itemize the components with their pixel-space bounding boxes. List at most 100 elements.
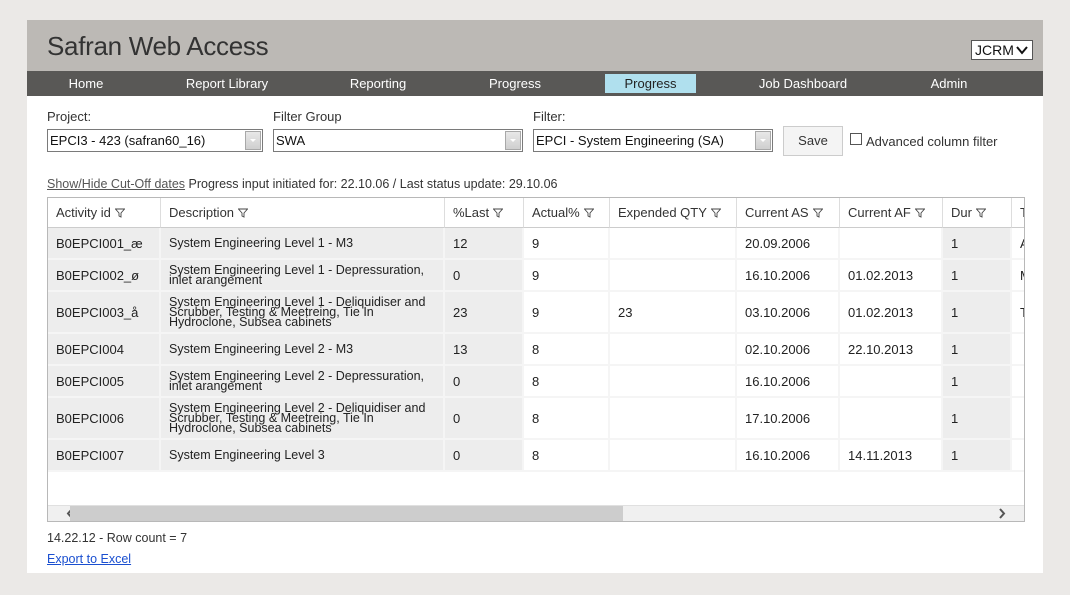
cell-dur: 1 <box>943 440 1012 472</box>
cell-description: System Engineering Level 2 - Deliquidise… <box>161 398 445 440</box>
app-window: Safran Web Access JCRM Home Report Libra… <box>27 20 1043 573</box>
cell-t[interactable]: M <box>1012 260 1024 292</box>
filter-icon[interactable] <box>238 208 249 218</box>
table-row[interactable]: B0EPCI002_ø System Engineering Level 1 - … <box>48 260 1024 292</box>
cell-actual-pct[interactable]: 9 <box>524 228 610 260</box>
column-header-description[interactable]: Description <box>161 198 445 228</box>
column-header-t[interactable]: T <box>1012 198 1024 228</box>
filter-icon[interactable] <box>114 208 125 218</box>
cell-current-af[interactable] <box>840 398 943 440</box>
column-header-current-af[interactable]: Current AF <box>840 198 943 228</box>
cell-actual-pct[interactable]: 9 <box>524 260 610 292</box>
save-button[interactable]: Save <box>783 126 843 156</box>
export-excel-link[interactable]: Export to Excel <box>47 552 131 566</box>
cell-expended-qty[interactable]: 23 <box>610 292 737 334</box>
cell-t[interactable]: A <box>1012 228 1024 260</box>
cell-current-as[interactable]: 03.10.2006 <box>737 292 840 334</box>
cell-actual-pct[interactable]: 8 <box>524 366 610 398</box>
cell-actual-pct[interactable]: 8 <box>524 334 610 366</box>
cell-current-as[interactable]: 16.10.2006 <box>737 440 840 472</box>
cell-activity-id: B0EPCI005 <box>48 366 161 398</box>
nav-admin[interactable]: Admin <box>914 71 984 96</box>
scrollbar-thumb[interactable] <box>70 506 623 521</box>
cell-description: System Engineering Level 1 - Deliquidise… <box>161 292 445 334</box>
nav-progress-active[interactable]: Progress <box>605 74 696 93</box>
table-row[interactable]: B0EPCI003_å System Engineering Level 1 - … <box>48 292 1024 334</box>
column-header-label: Description <box>169 205 235 220</box>
nav-reporting[interactable]: Reporting <box>333 71 423 96</box>
cell-dur: 1 <box>943 292 1012 334</box>
activity-grid: Activity id Description %Last Actual% Expend… <box>47 197 1025 522</box>
cell-t[interactable] <box>1012 366 1024 398</box>
horizontal-scrollbar[interactable] <box>48 505 1024 521</box>
column-header-dur[interactable]: Dur <box>943 198 1012 228</box>
project-select[interactable]: EPCI3 - 423 (safran60_16) <box>47 129 263 152</box>
cell-expended-qty[interactable] <box>610 228 737 260</box>
cell-expended-qty[interactable] <box>610 398 737 440</box>
column-header-label: Current AF <box>848 205 911 220</box>
cell-activity-id: B0EPCI003_å <box>48 292 161 334</box>
cell-current-af[interactable] <box>840 366 943 398</box>
cell-current-as[interactable]: 17.10.2006 <box>737 398 840 440</box>
cell-current-as[interactable]: 16.10.2006 <box>737 366 840 398</box>
advanced-filter-checkbox[interactable] <box>850 133 862 145</box>
cell-actual-pct[interactable]: 8 <box>524 398 610 440</box>
column-header-expended-qty[interactable]: Expended QTY <box>610 198 737 228</box>
cell-description: System Engineering Level 2 - Depressurat… <box>161 366 445 398</box>
cell-expended-qty[interactable] <box>610 440 737 472</box>
cell-current-af[interactable]: 14.11.2013 <box>840 440 943 472</box>
cell-expended-qty[interactable] <box>610 260 737 292</box>
table-row[interactable]: B0EPCI006 System Engineering Level 2 - De… <box>48 398 1024 440</box>
cell-current-af[interactable] <box>840 228 943 260</box>
filter-icon[interactable] <box>812 208 823 218</box>
cell-t[interactable] <box>1012 440 1024 472</box>
table-row[interactable]: B0EPCI001_æ System Engineering Level 1 - … <box>48 228 1024 260</box>
column-header-actual-pct[interactable]: Actual% <box>524 198 610 228</box>
cell-current-as[interactable]: 20.09.2006 <box>737 228 840 260</box>
cell-description: System Engineering Level 3 <box>161 440 445 472</box>
cell-actual-pct[interactable]: 9 <box>524 292 610 334</box>
nav-progress[interactable]: Progress <box>470 71 560 96</box>
table-row[interactable]: B0EPCI007 System Engineering Level 3 0 8 16.… <box>48 440 1024 472</box>
cell-pct-last: 12 <box>445 228 524 260</box>
progress-status-text: Progress input initiated for: 22.10.06 /… <box>188 177 558 191</box>
dropdown-arrow-icon <box>505 131 521 150</box>
scroll-right-icon[interactable] <box>994 506 1010 521</box>
column-header-current-as[interactable]: Current AS <box>737 198 840 228</box>
cell-current-as[interactable]: 02.10.2006 <box>737 334 840 366</box>
cutoff-dates-link[interactable]: Show/Hide Cut-Off dates <box>47 177 185 191</box>
table-row[interactable]: B0EPCI005 System Engineering Level 2 - De… <box>48 366 1024 398</box>
app-title: Safran Web Access <box>47 31 269 61</box>
filter-group-label: Filter Group <box>273 109 342 124</box>
cell-dur: 1 <box>943 366 1012 398</box>
cell-expended-qty[interactable] <box>610 334 737 366</box>
filter-icon[interactable] <box>914 208 925 218</box>
nav-report-library[interactable]: Report Library <box>172 71 282 96</box>
cell-actual-pct[interactable]: 8 <box>524 440 610 472</box>
cell-current-af[interactable]: 22.10.2013 <box>840 334 943 366</box>
column-header-pct-last[interactable]: %Last <box>445 198 524 228</box>
filter-icon[interactable] <box>493 208 504 218</box>
nav-home[interactable]: Home <box>46 71 126 96</box>
table-row[interactable]: B0EPCI004 System Engineering Level 2 - M3… <box>48 334 1024 366</box>
cell-current-as[interactable]: 16.10.2006 <box>737 260 840 292</box>
filter-select[interactable]: EPCI - System Engineering (SA) <box>533 129 773 152</box>
user-select-value: JCRM <box>975 42 1014 58</box>
filter-icon[interactable] <box>975 208 986 218</box>
column-header-label: T <box>1020 205 1024 220</box>
filter-group-select[interactable]: SWA <box>273 129 523 152</box>
user-select[interactable]: JCRM <box>971 40 1033 60</box>
nav-job-dashboard[interactable]: Job Dashboard <box>743 71 863 96</box>
cell-current-af[interactable]: 01.02.2013 <box>840 292 943 334</box>
cell-current-af[interactable]: 01.02.2013 <box>840 260 943 292</box>
cell-t[interactable] <box>1012 398 1024 440</box>
cell-expended-qty[interactable] <box>610 366 737 398</box>
row-count-text: 14.22.12 - Row count = 7 <box>47 531 188 545</box>
cell-t[interactable] <box>1012 334 1024 366</box>
table-header-row: Activity id Description %Last Actual% Expend… <box>48 198 1024 228</box>
column-header-activity-id[interactable]: Activity id <box>48 198 161 228</box>
filter-icon[interactable] <box>583 208 594 218</box>
cell-t[interactable]: T <box>1012 292 1024 334</box>
column-header-label: Expended QTY <box>618 205 707 220</box>
filter-icon[interactable] <box>710 208 721 218</box>
